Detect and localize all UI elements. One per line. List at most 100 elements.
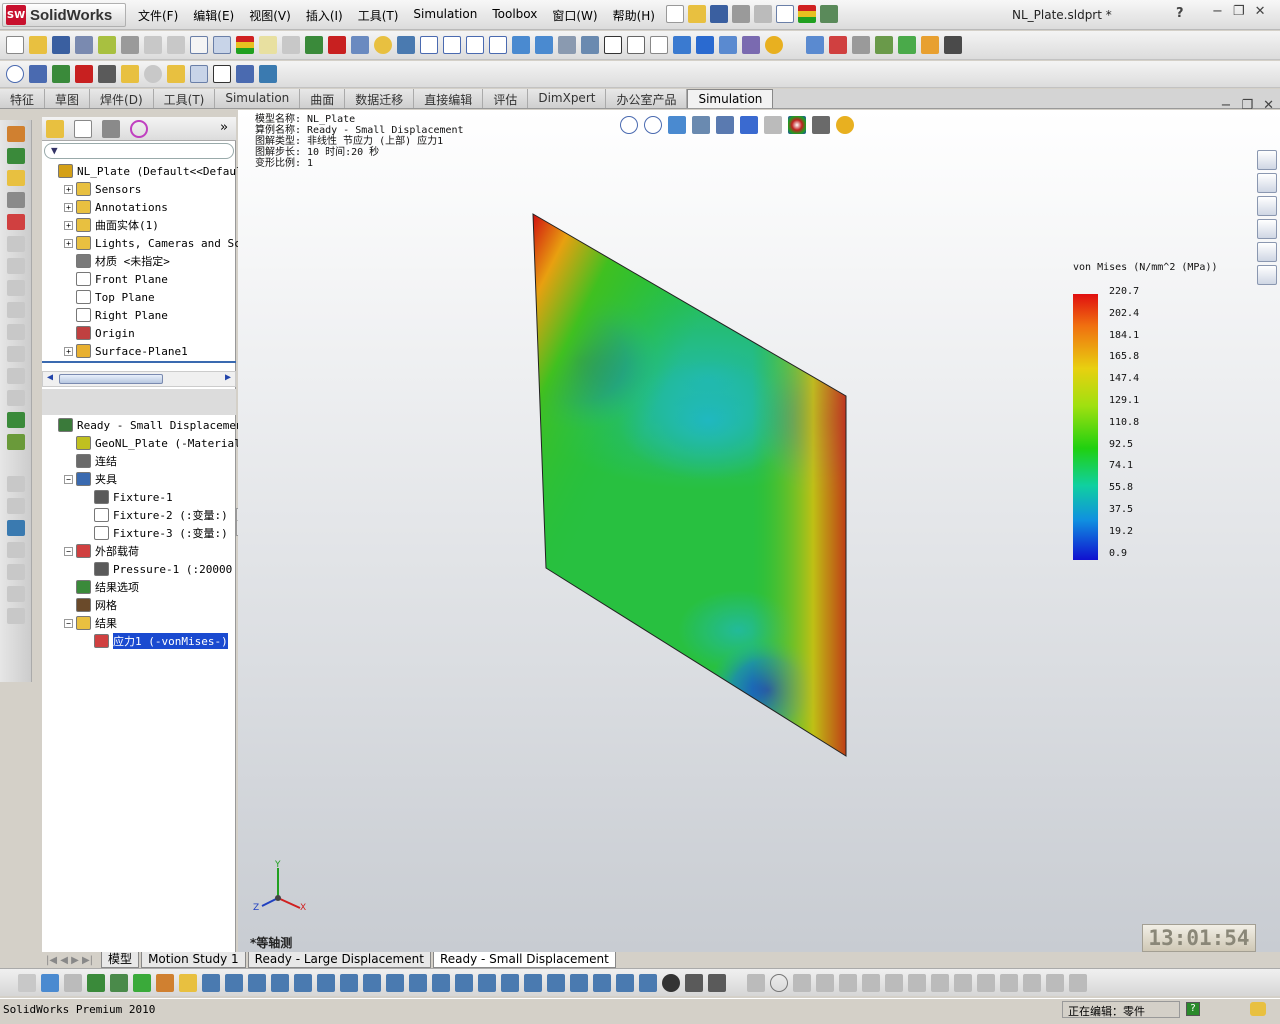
shadows-icon[interactable] [719, 36, 737, 54]
custom-properties-icon[interactable] [1257, 265, 1277, 285]
triangle-sketch-icon[interactable] [1069, 973, 1087, 992]
filter-vertices-icon[interactable] [64, 973, 82, 992]
tab-model[interactable]: 模型 [101, 952, 140, 968]
home-icon[interactable] [1257, 150, 1277, 170]
fatigue-icon[interactable] [7, 498, 25, 514]
select-filter-icon[interactable] [213, 36, 231, 54]
tree-item[interactable]: Origin [64, 324, 135, 342]
probe-icon[interactable] [98, 65, 116, 83]
external-loads-icon[interactable] [7, 214, 25, 230]
new-icon[interactable] [6, 36, 24, 54]
3d-content-icon[interactable] [328, 36, 346, 54]
sensor-icon[interactable] [7, 608, 25, 624]
pan-icon[interactable] [535, 36, 553, 54]
list-results-icon[interactable] [7, 520, 25, 536]
tree-item[interactable]: 连结 [64, 452, 117, 470]
status-help-icon[interactable]: ? [1186, 1002, 1200, 1016]
line-sketch-icon[interactable] [793, 973, 811, 992]
compare-results-icon[interactable] [167, 65, 185, 83]
tree-item[interactable]: + Sensors [64, 180, 141, 198]
polygon-sketch-icon[interactable] [816, 973, 834, 992]
new-document-icon[interactable] [666, 5, 684, 23]
dimxpert-tab-icon[interactable] [130, 120, 148, 138]
feature-manager-tab-icon[interactable] [46, 120, 64, 138]
helix-icon[interactable] [501, 973, 519, 992]
apply-scene-icon[interactable] [806, 36, 824, 54]
command-tab[interactable]: 数据迁移 [345, 89, 415, 108]
draft-icon[interactable] [248, 973, 266, 992]
tree-item[interactable]: Front Plane [64, 270, 168, 288]
apply-material-icon[interactable] [7, 148, 25, 164]
tree-item[interactable]: NL_Plate (Default<<Default> [46, 162, 256, 180]
section-clipping-icon[interactable] [190, 65, 208, 83]
tree-item[interactable]: Fixture-3 (:变量:) [82, 524, 228, 542]
section-view-icon[interactable] [742, 36, 760, 54]
split-line-icon[interactable] [455, 973, 473, 992]
solidworks-logo[interactable]: SW SolidWorks [2, 3, 126, 27]
new-study-icon[interactable] [7, 126, 25, 142]
surface-icon[interactable] [524, 973, 542, 992]
select-cursor-icon[interactable] [776, 5, 794, 23]
options-gear-icon[interactable] [282, 36, 300, 54]
command-tab[interactable]: 特征 [0, 89, 46, 108]
tree-item[interactable]: + Annotations [64, 198, 168, 216]
select-icon[interactable] [190, 36, 208, 54]
menu-item[interactable]: 帮助(H) [613, 7, 655, 24]
trim-surface-icon[interactable] [570, 973, 588, 992]
stress-hotspot-icon[interactable] [7, 476, 25, 492]
menu-item[interactable]: 编辑(E) [193, 7, 234, 24]
expand-panel-chevron-icon[interactable]: » [220, 120, 228, 135]
tab-small-displacement[interactable]: Ready - Small Displacement [432, 952, 616, 968]
view-palette-icon[interactable] [1257, 219, 1277, 239]
view-orientation-icon[interactable] [581, 36, 599, 54]
circle-sketch-icon[interactable] [770, 973, 788, 992]
centerline-icon[interactable] [862, 973, 880, 992]
roll-view-icon[interactable] [558, 36, 576, 54]
study-advisor-icon[interactable] [875, 36, 893, 54]
trim-sketch-icon[interactable] [839, 973, 857, 992]
plot-settings-icon[interactable] [7, 586, 25, 602]
grid-icon[interactable] [1023, 973, 1041, 992]
compare-icon[interactable] [7, 368, 25, 384]
expand-toggle-icon[interactable]: − [64, 474, 73, 484]
chamfer-icon[interactable] [202, 973, 220, 992]
command-tab[interactable]: 直接编辑 [414, 89, 484, 108]
tree-item[interactable]: + 曲面实体(1) [64, 216, 159, 234]
filter-edges-icon[interactable] [41, 973, 59, 992]
results-advisor-icon[interactable] [921, 36, 939, 54]
expand-toggle-icon[interactable]: + [64, 220, 73, 230]
appearance-sphere-icon[interactable] [765, 36, 783, 54]
expand-toggle-icon[interactable]: + [64, 238, 73, 248]
chart-options-icon[interactable] [75, 65, 93, 83]
menu-item[interactable]: Simulation [413, 7, 477, 24]
scroll-left-icon[interactable]: ◀ [47, 372, 53, 383]
axis-icon[interactable] [639, 973, 657, 992]
expand-toggle-icon[interactable]: + [64, 202, 73, 212]
wireframe-icon[interactable] [604, 36, 622, 54]
tree-item[interactable]: Top Plane [64, 288, 155, 306]
file-properties-icon[interactable] [259, 36, 277, 54]
knit-icon[interactable] [547, 973, 565, 992]
offset-entities-icon[interactable] [977, 973, 995, 992]
spline-icon[interactable] [908, 973, 926, 992]
animate-icon[interactable] [144, 65, 162, 83]
curves-icon[interactable] [409, 973, 427, 992]
report-tool-icon[interactable] [7, 390, 25, 406]
command-tab[interactable]: Simulation [687, 89, 774, 108]
deformed-result-icon[interactable] [944, 36, 962, 54]
smart-dimension-icon[interactable] [1000, 973, 1018, 992]
tree-item[interactable]: + Surface-Plane1 [64, 342, 188, 360]
design-check-icon[interactable] [259, 65, 277, 83]
shaded-edges-icon[interactable] [673, 36, 691, 54]
shell-icon[interactable] [225, 973, 243, 992]
tree-item[interactable]: − 夹具 [64, 470, 117, 488]
tree-item[interactable]: − 结果 [64, 614, 117, 632]
hole-icon[interactable] [340, 973, 358, 992]
command-tab[interactable]: Simulation [215, 89, 301, 108]
display-relations-icon[interactable] [1046, 973, 1064, 992]
expand-toggle-icon[interactable]: − [64, 618, 73, 628]
menu-item[interactable]: 文件(F) [138, 7, 178, 24]
reference-geometry-icon[interactable] [432, 973, 450, 992]
graphics-area[interactable]: − ❐ ✕ 模型名称: NL_Plate 算例名称: Ready - Small… [238, 98, 1280, 952]
mirror-icon[interactable] [317, 973, 335, 992]
